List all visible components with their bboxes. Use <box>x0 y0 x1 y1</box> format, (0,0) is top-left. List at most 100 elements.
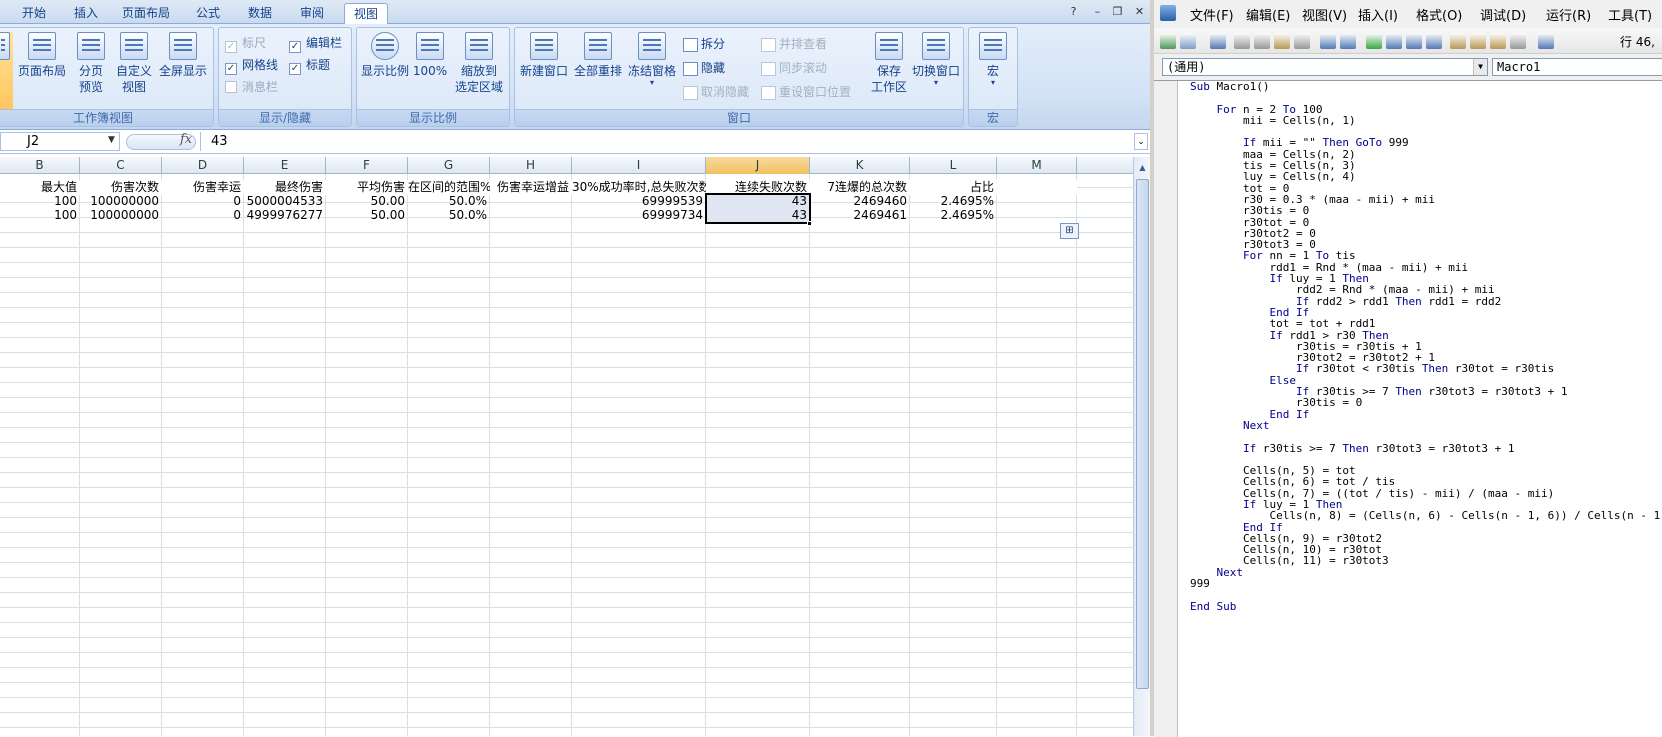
zoom-100-button[interactable]: 100% <box>411 32 449 79</box>
tab-review[interactable]: 审阅 <box>290 3 334 24</box>
table-cell[interactable] <box>997 208 1077 223</box>
column-header-g[interactable]: G <box>408 157 490 174</box>
save-workspace-button[interactable]: 保存 工作区 <box>869 32 909 95</box>
close-icon[interactable]: ✕ <box>1132 4 1147 19</box>
code-window[interactable]: Sub Macro1() For n = 2 To 100 mii = Cell… <box>1154 80 1662 737</box>
insert-function-icon[interactable]: fx <box>180 132 192 147</box>
paste-icon[interactable] <box>1274 33 1290 49</box>
cut-icon[interactable] <box>1234 33 1250 49</box>
code-line[interactable]: 999 <box>1190 578 1662 590</box>
gridlines-checkbox[interactable]: ✓ 网格线 <box>225 56 278 75</box>
code-line[interactable]: If r30tis >= 7 Then r30tot3 = r30tot3 + … <box>1190 442 1662 454</box>
column-header-e[interactable]: E <box>244 157 326 174</box>
code-line[interactable]: End Sub <box>1190 601 1662 612</box>
table-header-cell[interactable] <box>997 180 1077 195</box>
properties-icon[interactable] <box>1470 33 1486 49</box>
code-line[interactable]: rdd2 = Rnd * (maa - mii) + mii <box>1190 284 1662 296</box>
table-cell[interactable]: 100 <box>0 194 80 209</box>
column-header-d[interactable]: D <box>162 157 244 174</box>
name-box[interactable]: J2 <box>0 132 120 151</box>
table-cell[interactable]: 2469460 <box>810 194 910 209</box>
table-header-cell[interactable]: 7连爆的总次数 <box>810 180 910 195</box>
table-cell[interactable]: 100000000 <box>80 194 162 209</box>
vbe-menu-item-4[interactable]: 格式(O) <box>1416 5 1462 24</box>
reset-icon[interactable] <box>1406 33 1422 49</box>
table-cell[interactable]: 2.4695% <box>910 208 997 223</box>
help-icon[interactable] <box>1538 33 1554 49</box>
formula-input[interactable]: 43 <box>200 132 1130 151</box>
page-break-preview-button[interactable]: 分页 预览 <box>69 32 113 95</box>
normal-view-button[interactable] <box>0 32 13 110</box>
break-icon[interactable] <box>1386 33 1402 49</box>
tab-formulas[interactable]: 公式 <box>186 3 230 24</box>
column-header-k[interactable]: K <box>810 157 910 174</box>
run-icon[interactable] <box>1366 33 1382 49</box>
table-cell[interactable]: 100 <box>0 208 80 223</box>
zoom-button[interactable]: 显示比例 <box>359 32 411 79</box>
vbe-menu-item-2[interactable]: 视图(V) <box>1302 5 1347 24</box>
table-cell[interactable]: 69999539 <box>572 194 706 209</box>
fill-handle[interactable] <box>807 221 812 226</box>
table-header-cell[interactable]: 伤害幸运增益 <box>490 180 572 195</box>
code-line[interactable] <box>1190 92 1662 103</box>
synchronous-scrolling-button[interactable]: 同步滚动 <box>761 58 827 78</box>
macros-button[interactable]: 宏 ▾ <box>973 32 1013 87</box>
save-icon[interactable] <box>1210 33 1226 49</box>
table-cell[interactable]: 5000004533 <box>244 194 326 209</box>
zoom-to-selection-button[interactable]: 缩放到 选定区域 <box>451 32 507 95</box>
expand-formula-bar-icon[interactable]: ⌄ <box>1134 133 1148 150</box>
table-cell[interactable]: 2.4695% <box>910 194 997 209</box>
table-cell[interactable] <box>490 208 572 223</box>
minimize-icon[interactable]: – <box>1090 4 1105 19</box>
table-cell[interactable] <box>997 194 1077 209</box>
view-side-by-side-button[interactable]: 并排查看 <box>761 34 827 54</box>
copy-icon[interactable] <box>1254 33 1270 49</box>
undo-icon[interactable] <box>1320 33 1336 49</box>
column-header-f[interactable]: F <box>326 157 408 174</box>
table-cell[interactable]: 69999734 <box>572 208 706 223</box>
table-header-cell[interactable]: 伤害次数 <box>80 180 162 195</box>
object-browser-icon[interactable] <box>1490 33 1506 49</box>
redo-icon[interactable] <box>1340 33 1356 49</box>
table-cell[interactable] <box>490 194 572 209</box>
page-layout-button[interactable]: 页面布局 <box>15 32 69 79</box>
switch-windows-button[interactable]: 切换窗口 ▾ <box>909 32 963 87</box>
custom-views-button[interactable]: 自定义 视图 <box>111 32 157 95</box>
ruler-checkbox[interactable]: ✓ 标尺 <box>225 34 266 53</box>
table-cell[interactable]: 50.0% <box>408 208 490 223</box>
code-line[interactable] <box>1190 431 1662 442</box>
tab-data[interactable]: 数据 <box>238 3 282 24</box>
tab-insert[interactable]: 插入 <box>66 3 106 24</box>
headings-checkbox[interactable]: ✓ 标题 <box>289 56 330 75</box>
table-cell[interactable]: 0 <box>162 194 244 209</box>
tab-view[interactable]: 视图 <box>344 3 388 24</box>
design-mode-icon[interactable] <box>1426 33 1442 49</box>
vbe-menu-item-7[interactable]: 工具(T) <box>1608 5 1652 24</box>
reset-window-position-button[interactable]: 重设窗口位置 <box>761 82 851 102</box>
code-line[interactable]: r30tis = 0 <box>1190 397 1662 409</box>
table-header-cell[interactable]: 30%成功率时,总失败次数 <box>572 180 706 195</box>
split-button[interactable]: 拆分 <box>683 34 725 54</box>
code-line[interactable]: Next <box>1190 567 1662 578</box>
vbe-menu-item-3[interactable]: 插入(I) <box>1358 5 1398 24</box>
paste-options-icon[interactable]: ⊞ <box>1060 223 1079 239</box>
project-explorer-icon[interactable] <box>1450 33 1466 49</box>
table-header-cell[interactable]: 最大值 <box>0 180 80 195</box>
find-icon[interactable] <box>1294 33 1310 49</box>
scroll-up-icon[interactable]: ▲ <box>1136 161 1149 174</box>
code-line[interactable]: Cells(n, 6) = tot / tis <box>1190 476 1662 488</box>
worksheet-grid[interactable]: BCDEFGHIJKLM 最大值 伤害次数 伤害幸运 最终伤害 平均伤害 在区间的范围% 伤… <box>0 157 1133 736</box>
new-window-button[interactable]: 新建窗口 <box>517 32 571 79</box>
table-cell[interactable]: 2469461 <box>810 208 910 223</box>
object-combo[interactable]: (通用) ▼ <box>1162 58 1488 76</box>
vbe-menu-item-6[interactable]: 运行(R) <box>1546 5 1591 24</box>
column-header-b[interactable]: B <box>0 157 80 174</box>
table-header-cell[interactable]: 在区间的范围% <box>408 180 490 195</box>
formula-bar-checkbox[interactable]: ✓ 编辑栏 <box>289 34 342 53</box>
code-line[interactable]: tot = tot + rdd1 <box>1190 318 1662 330</box>
table-header-cell[interactable]: 占比 <box>910 180 997 195</box>
toolbox-icon[interactable] <box>1510 33 1526 49</box>
table-header-cell[interactable]: 平均伤害 <box>326 180 408 195</box>
hide-button[interactable]: 隐藏 <box>683 58 725 78</box>
column-header-j[interactable]: J <box>706 157 810 174</box>
